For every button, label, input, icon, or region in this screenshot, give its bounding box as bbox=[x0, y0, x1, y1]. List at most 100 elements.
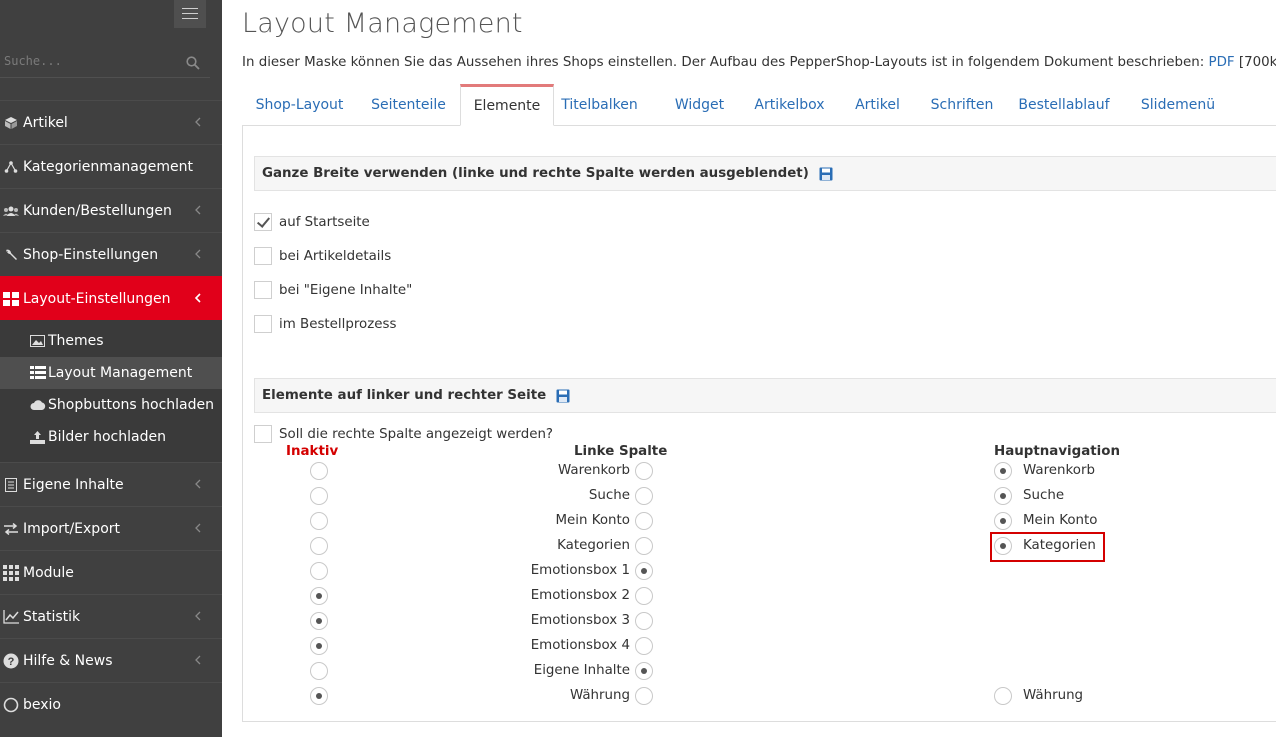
nav-element-label: Suche bbox=[1023, 488, 1065, 503]
radio-left-emotionsbox-2[interactable] bbox=[635, 587, 653, 605]
chevron-left-icon bbox=[195, 205, 201, 215]
radio-left-währung[interactable] bbox=[635, 687, 653, 705]
section-header-full-width: Ganze Breite verwenden (linke und rechte… bbox=[254, 156, 1276, 191]
tab-slidemenue[interactable]: Slidemenü bbox=[1132, 84, 1224, 126]
radio-left-emotionsbox-4[interactable] bbox=[635, 637, 653, 655]
sidebar-item-statistik[interactable]: Statistik bbox=[0, 594, 222, 638]
radio-inactive-warenkorb[interactable] bbox=[310, 462, 328, 480]
upload-icon bbox=[30, 430, 46, 444]
radio-left-kategorien[interactable] bbox=[635, 537, 653, 555]
sidebar-item-layout-einstellungen[interactable]: Layout-Einstellungen bbox=[0, 276, 222, 320]
radio-left-mein-konto[interactable] bbox=[635, 512, 653, 530]
column-header-inactive: Inaktiv bbox=[286, 444, 339, 459]
sidebar-item-import-export[interactable]: Import/Export bbox=[0, 506, 222, 550]
sidebar-item-label: Layout-Einstellungen bbox=[23, 290, 171, 307]
radio-inactive-emotionsbox-2[interactable] bbox=[310, 587, 328, 605]
sidebar-subitem-label: Layout Management bbox=[48, 365, 193, 381]
chevron-left-icon bbox=[195, 479, 201, 489]
tab-schriften[interactable]: Schriften bbox=[918, 84, 1006, 126]
checkbox-artikeldetails[interactable] bbox=[254, 247, 272, 265]
element-label: Eigene Inhalte bbox=[533, 663, 630, 678]
radio-left-emotionsbox-3[interactable] bbox=[635, 612, 653, 630]
nav-element-label: Warenkorb bbox=[1023, 463, 1095, 478]
search-input[interactable] bbox=[4, 50, 174, 72]
tab-artikelbox[interactable]: Artikelbox bbox=[754, 84, 825, 126]
save-icon[interactable] bbox=[819, 167, 833, 181]
tab-bestellablauf[interactable]: Bestellablauf bbox=[1009, 84, 1119, 126]
radio-left-eigene-inhalte[interactable] bbox=[635, 662, 653, 680]
tab-artikel[interactable]: Artikel bbox=[837, 84, 918, 126]
tab-elemente[interactable]: Elemente bbox=[460, 84, 554, 126]
sidebar-search bbox=[0, 44, 210, 78]
sidebar-item-shop-einstellungen[interactable]: Shop-Einstellungen bbox=[0, 232, 222, 276]
sidebar-item-label: Kategorienmanagement bbox=[23, 158, 193, 175]
sidebar-subitem-layout-management[interactable]: Layout Management bbox=[0, 357, 222, 389]
sidebar-item-label: Eigene Inhalte bbox=[23, 476, 124, 493]
exchange-icon bbox=[3, 521, 19, 537]
layout-submenu: Themes Layout Management Shopbuttons hoc… bbox=[0, 320, 222, 462]
radio-left-warenkorb[interactable] bbox=[635, 462, 653, 480]
radio-nav-währung[interactable] bbox=[994, 687, 1012, 705]
radio-nav-suche[interactable] bbox=[994, 487, 1012, 505]
intro-text: In dieser Maske können Sie das Aussehen … bbox=[242, 55, 1276, 70]
element-label: Emotionsbox 1 bbox=[530, 563, 630, 578]
main-content: Layout Management In dieser Maske können… bbox=[242, 0, 1276, 737]
radio-left-emotionsbox-1[interactable] bbox=[635, 562, 653, 580]
checkbox-startseite[interactable] bbox=[254, 213, 272, 231]
sidebar-item-hilfe-news[interactable]: ? Hilfe & News bbox=[0, 638, 222, 682]
chevron-left-icon bbox=[195, 117, 201, 127]
sidebar-item-label: bexio bbox=[23, 696, 61, 713]
sidebar-subitem-label: Bilder hochladen bbox=[48, 429, 166, 445]
sidebar-subitem-label: Themes bbox=[48, 333, 104, 349]
radio-inactive-eigene-inhalte[interactable] bbox=[310, 662, 328, 680]
sidebar-item-kunden[interactable]: Kunden/Bestellungen bbox=[0, 188, 222, 232]
radio-inactive-emotionsbox-3[interactable] bbox=[310, 612, 328, 630]
sidebar-item-kategorienmanagement[interactable]: Kategorienmanagement bbox=[0, 144, 222, 188]
cube-icon bbox=[3, 115, 19, 131]
users-icon bbox=[3, 203, 19, 219]
search-icon[interactable] bbox=[186, 56, 200, 70]
sidebar-item-label: Statistik bbox=[23, 608, 81, 625]
save-icon[interactable] bbox=[556, 389, 570, 403]
checkbox-eigene-inhalte[interactable] bbox=[254, 281, 272, 299]
radio-inactive-emotionsbox-4[interactable] bbox=[310, 637, 328, 655]
sidebar-subitem-bilder[interactable]: Bilder hochladen bbox=[0, 421, 222, 453]
sidebar-item-label: Hilfe & News bbox=[23, 652, 113, 669]
section-header-sidebars: Elemente auf linker und rechter Seite bbox=[254, 378, 1276, 413]
element-label: Suche bbox=[588, 488, 630, 503]
tab-shop-layout[interactable]: Shop-Layout bbox=[242, 84, 357, 126]
checkbox-bestellprozess[interactable] bbox=[254, 315, 272, 333]
sidebar-subitem-themes[interactable]: Themes bbox=[0, 325, 222, 357]
tab-widget[interactable]: Widget bbox=[645, 84, 754, 126]
sidebar-item-label: Import/Export bbox=[23, 520, 121, 537]
sidebar-item-label: Module bbox=[23, 564, 74, 581]
sidebar-item-bexio[interactable]: bexio bbox=[0, 682, 222, 726]
tab-seitenteile[interactable]: Seitenteile bbox=[357, 84, 460, 126]
sidebar-item-eigene-inhalte[interactable]: Eigene Inhalte bbox=[0, 462, 222, 506]
element-label: Emotionsbox 3 bbox=[530, 613, 630, 628]
page-title: Layout Management bbox=[242, 8, 523, 39]
checkbox-row-eigene-inhalte: bei "Eigene Inhalte" bbox=[254, 280, 412, 300]
radio-inactive-kategorien[interactable] bbox=[310, 537, 328, 555]
sidebar-item-module[interactable]: Module bbox=[0, 550, 222, 594]
sidebar-item-label: Artikel bbox=[23, 114, 68, 131]
radio-inactive-emotionsbox-1[interactable] bbox=[310, 562, 328, 580]
sidebar-subitem-label: Shopbuttons hochladen bbox=[48, 397, 214, 413]
radio-inactive-suche[interactable] bbox=[310, 487, 328, 505]
menu-toggle-button[interactable] bbox=[174, 0, 206, 28]
element-label: Emotionsbox 4 bbox=[530, 638, 630, 653]
checkbox-right-column[interactable] bbox=[254, 425, 272, 443]
chevron-left-icon bbox=[195, 611, 201, 621]
pdf-link[interactable]: PDF bbox=[1209, 55, 1235, 70]
sidebar-subitem-shopbuttons[interactable]: Shopbuttons hochladen bbox=[0, 389, 222, 421]
sidebar-item-artikel[interactable]: Artikel bbox=[0, 100, 222, 144]
list-icon bbox=[30, 366, 46, 380]
radio-nav-warenkorb[interactable] bbox=[994, 462, 1012, 480]
radio-inactive-währung[interactable] bbox=[310, 687, 328, 705]
radio-left-suche[interactable] bbox=[635, 487, 653, 505]
column-header-left: Linke Spalte bbox=[574, 444, 668, 459]
sidebar-item-label: Kunden/Bestellungen bbox=[23, 202, 172, 219]
tab-titelbalken[interactable]: Titelbalken bbox=[554, 84, 645, 126]
radio-inactive-mein-konto[interactable] bbox=[310, 512, 328, 530]
radio-nav-mein-konto[interactable] bbox=[994, 512, 1012, 530]
